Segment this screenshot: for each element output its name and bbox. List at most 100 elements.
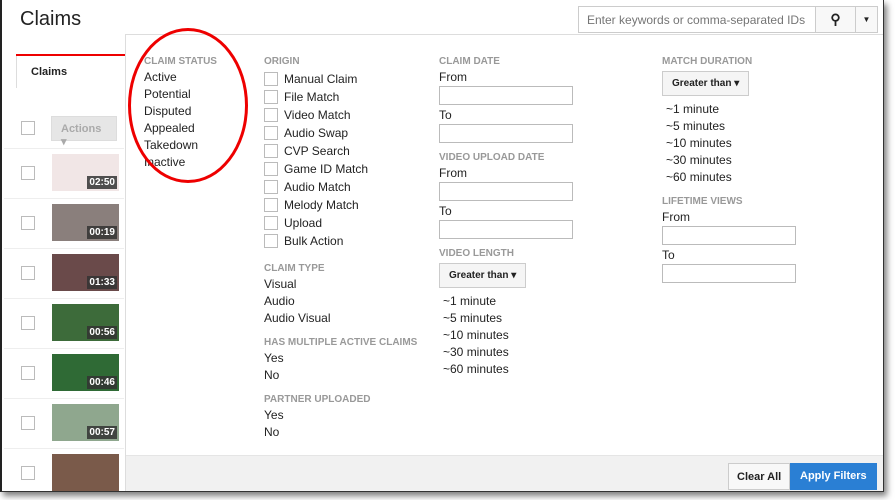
duration-badge: 02:50 (87, 176, 117, 189)
select-all-checkbox[interactable] (21, 121, 35, 135)
origin-label: Bulk Action (284, 234, 344, 248)
video-length-option[interactable]: ~60 minutes (443, 361, 573, 378)
origin-label: Game ID Match (284, 162, 369, 176)
views-from-input[interactable] (662, 226, 796, 245)
video-length-heading: VIDEO LENGTH (439, 248, 515, 259)
match-duration-heading: MATCH DURATION (662, 56, 753, 67)
origin-label: Video Match (284, 108, 351, 122)
match-filters: MATCH DURATION Greater than ▾ ~1 minute ~… (662, 56, 796, 283)
origin-checkbox[interactable] (264, 198, 278, 212)
table-row: 00:56 (4, 298, 124, 348)
partner-uploaded-option[interactable]: No (264, 424, 417, 441)
claim-date-to-label: To (439, 108, 452, 122)
origin-label: Upload (284, 216, 323, 230)
origin-option[interactable]: Manual Claim (264, 70, 417, 88)
row-checkbox[interactable] (21, 416, 35, 430)
match-duration-select[interactable]: Greater than ▾ (662, 71, 750, 96)
origin-checkbox[interactable] (264, 180, 278, 194)
video-thumbnail[interactable]: 00:19 (52, 204, 119, 241)
duration-badge: 00:57 (87, 426, 117, 439)
claim-type-heading: CLAIM TYPE (264, 263, 325, 274)
row-checkbox[interactable] (21, 266, 35, 280)
video-length-option[interactable]: ~10 minutes (443, 327, 573, 344)
video-length-option[interactable]: ~5 minutes (443, 310, 573, 327)
origin-option[interactable]: File Match (264, 88, 417, 106)
actions-button[interactable]: Actions ▾ (51, 116, 117, 148)
origin-option[interactable]: Audio Swap (264, 124, 417, 142)
duration-badge: 00:19 (87, 226, 117, 239)
origin-checkbox[interactable] (264, 90, 278, 104)
claim-type-option[interactable]: Audio Visual (264, 310, 417, 327)
origin-checkbox[interactable] (264, 234, 278, 248)
window: Claims ⚲ ▼ Claims Actions ▾ 02:50 00:19 01… (0, 0, 884, 492)
claim-date-to-input[interactable] (439, 124, 573, 143)
origin-option[interactable]: CVP Search (264, 142, 417, 160)
match-duration-option[interactable]: ~30 minutes (666, 152, 796, 169)
origin-label: File Match (284, 90, 340, 104)
video-thumbnail[interactable]: 00:46 (52, 354, 119, 391)
origin-label: CVP Search (284, 144, 350, 158)
highlight-circle-annotation (128, 28, 248, 183)
origin-option[interactable]: Upload (264, 214, 417, 232)
claim-date-from-label: From (439, 70, 467, 84)
match-duration-option[interactable]: ~10 minutes (666, 135, 796, 152)
row-checkbox[interactable] (21, 216, 35, 230)
match-duration-option[interactable]: ~1 minute (666, 101, 796, 118)
origin-checkbox[interactable] (264, 144, 278, 158)
origin-label: Audio Match (284, 180, 351, 194)
origin-checkbox[interactable] (264, 72, 278, 86)
origin-option[interactable]: Bulk Action (264, 232, 417, 250)
duration-badge: 01:33 (87, 276, 117, 289)
partner-uploaded-heading: PARTNER UPLOADED (264, 394, 371, 405)
video-thumbnail[interactable] (52, 454, 119, 491)
upload-date-from-input[interactable] (439, 182, 573, 201)
origin-checkbox[interactable] (264, 162, 278, 176)
table-row (4, 448, 124, 491)
origin-option[interactable]: Melody Match (264, 196, 417, 214)
video-length-select[interactable]: Greater than ▾ (439, 263, 527, 288)
search-options-button[interactable]: ▼ (855, 7, 877, 32)
origin-option[interactable]: Video Match (264, 106, 417, 124)
views-from-label: From (662, 210, 690, 224)
search-bar: ⚲ ▼ (578, 6, 878, 33)
clear-all-button[interactable]: Clear All (728, 463, 791, 490)
origin-filter: ORIGIN Manual Claim File Match Video Match… (264, 56, 417, 441)
search-button[interactable]: ⚲ (815, 7, 855, 32)
upload-date-to-input[interactable] (439, 220, 573, 239)
video-length-option[interactable]: ~1 minute (443, 293, 573, 310)
row-checkbox[interactable] (21, 316, 35, 330)
video-thumbnail[interactable]: 02:50 (52, 154, 119, 191)
claim-date-heading: CLAIM DATE (439, 56, 500, 67)
multiple-claims-option[interactable]: Yes (264, 350, 417, 367)
search-input[interactable] (579, 7, 815, 32)
video-thumbnail[interactable]: 00:56 (52, 304, 119, 341)
table-row: 01:33 (4, 248, 124, 298)
duration-badge: 00:46 (87, 376, 117, 389)
apply-filters-button[interactable]: Apply Filters (790, 463, 877, 490)
origin-checkbox[interactable] (264, 126, 278, 140)
match-duration-option[interactable]: ~5 minutes (666, 118, 796, 135)
partner-uploaded-option[interactable]: Yes (264, 407, 417, 424)
claim-date-from-input[interactable] (439, 86, 573, 105)
claim-type-option[interactable]: Audio (264, 293, 417, 310)
claim-type-option[interactable]: Visual (264, 276, 417, 293)
page-title: Claims (20, 8, 82, 30)
row-checkbox[interactable] (21, 366, 35, 380)
origin-heading: ORIGIN (264, 56, 300, 67)
row-checkbox[interactable] (21, 466, 35, 480)
multiple-claims-option[interactable]: No (264, 367, 417, 384)
multiple-claims-heading: HAS MULTIPLE ACTIVE CLAIMS (264, 337, 418, 348)
views-to-input[interactable] (662, 264, 796, 283)
video-thumbnail[interactable]: 00:57 (52, 404, 119, 441)
origin-checkbox[interactable] (264, 216, 278, 230)
video-thumbnail[interactable]: 01:33 (52, 254, 119, 291)
origin-checkbox[interactable] (264, 108, 278, 122)
origin-label: Audio Swap (284, 126, 349, 140)
match-duration-option[interactable]: ~60 minutes (666, 169, 796, 186)
origin-option[interactable]: Audio Match (264, 178, 417, 196)
origin-option[interactable]: Game ID Match (264, 160, 417, 178)
tab-claims[interactable]: Claims (16, 56, 126, 88)
video-length-option[interactable]: ~30 minutes (443, 344, 573, 361)
upload-date-to-label: To (439, 204, 452, 218)
row-checkbox[interactable] (21, 166, 35, 180)
